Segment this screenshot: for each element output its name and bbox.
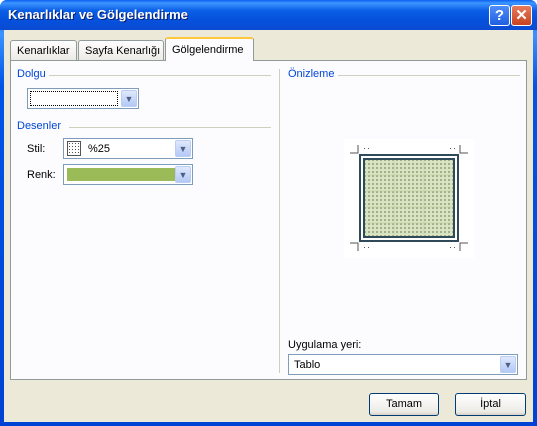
dialog-body: Kenarlıklar Sayfa Kenarlığı Gölgelendirm… [4,30,533,422]
shading-panel: Dolgu ▼ Desenler Stil: %25 ▼ Renk: ▼ Öni… [10,60,527,380]
tab-shading[interactable]: Gölgelendirme [165,37,254,61]
ok-label: Tamam [385,398,423,410]
tab-label: Sayfa Kenarlığı [85,45,161,57]
chevron-down-icon[interactable]: ▼ [121,90,137,107]
apply-to-value: Tablo [294,359,321,371]
style-value: %25 [88,143,111,155]
style-label: Stil: [27,143,46,155]
pattern-color-swatch [67,168,175,181]
preview-area [344,139,474,258]
help-button[interactable]: ? [489,5,510,26]
divider [338,75,520,76]
tab-label: Kenarlıklar [17,45,70,57]
apply-to-label: Uygulama yeri: [288,339,362,351]
apply-to-select[interactable]: Tablo ▼ [288,354,518,375]
fill-color-swatch [30,91,118,106]
preview-group-label: Önizleme [288,68,335,80]
style-select[interactable]: %25 ▼ [63,138,193,159]
divider [279,69,280,373]
tab-borders[interactable]: Kenarlıklar [10,40,77,60]
cancel-button[interactable]: İptal [455,393,526,416]
divider [49,75,271,76]
table-preview-image [350,145,468,251]
tab-page-border[interactable]: Sayfa Kenarlığı [78,40,164,60]
fill-color-select[interactable]: ▼ [27,88,139,109]
patterns-group-label: Desenler [17,120,62,132]
close-button[interactable]: ✕ [511,5,532,26]
help-icon: ? [494,7,505,24]
chevron-down-icon[interactable]: ▼ [175,140,191,157]
chevron-down-icon[interactable]: ▼ [500,356,516,373]
dialog-window: Kenarlıklar ve Gölgelendirme ? ✕ Kenarlı… [0,0,537,426]
pattern-color-select[interactable]: ▼ [63,164,193,185]
close-icon: ✕ [515,7,528,24]
tab-label: Gölgelendirme [172,44,244,56]
pattern-swatch [67,141,81,156]
divider [69,127,271,128]
chevron-down-icon[interactable]: ▼ [175,166,191,183]
title-bar[interactable]: Kenarlıklar ve Gölgelendirme ? ✕ [0,0,537,30]
ok-button[interactable]: Tamam [369,393,439,416]
fill-group-label: Dolgu [17,68,46,80]
color-label: Renk: [27,169,56,181]
dialog-title: Kenarlıklar ve Gölgelendirme [8,7,188,22]
cancel-label: İptal [480,398,501,410]
